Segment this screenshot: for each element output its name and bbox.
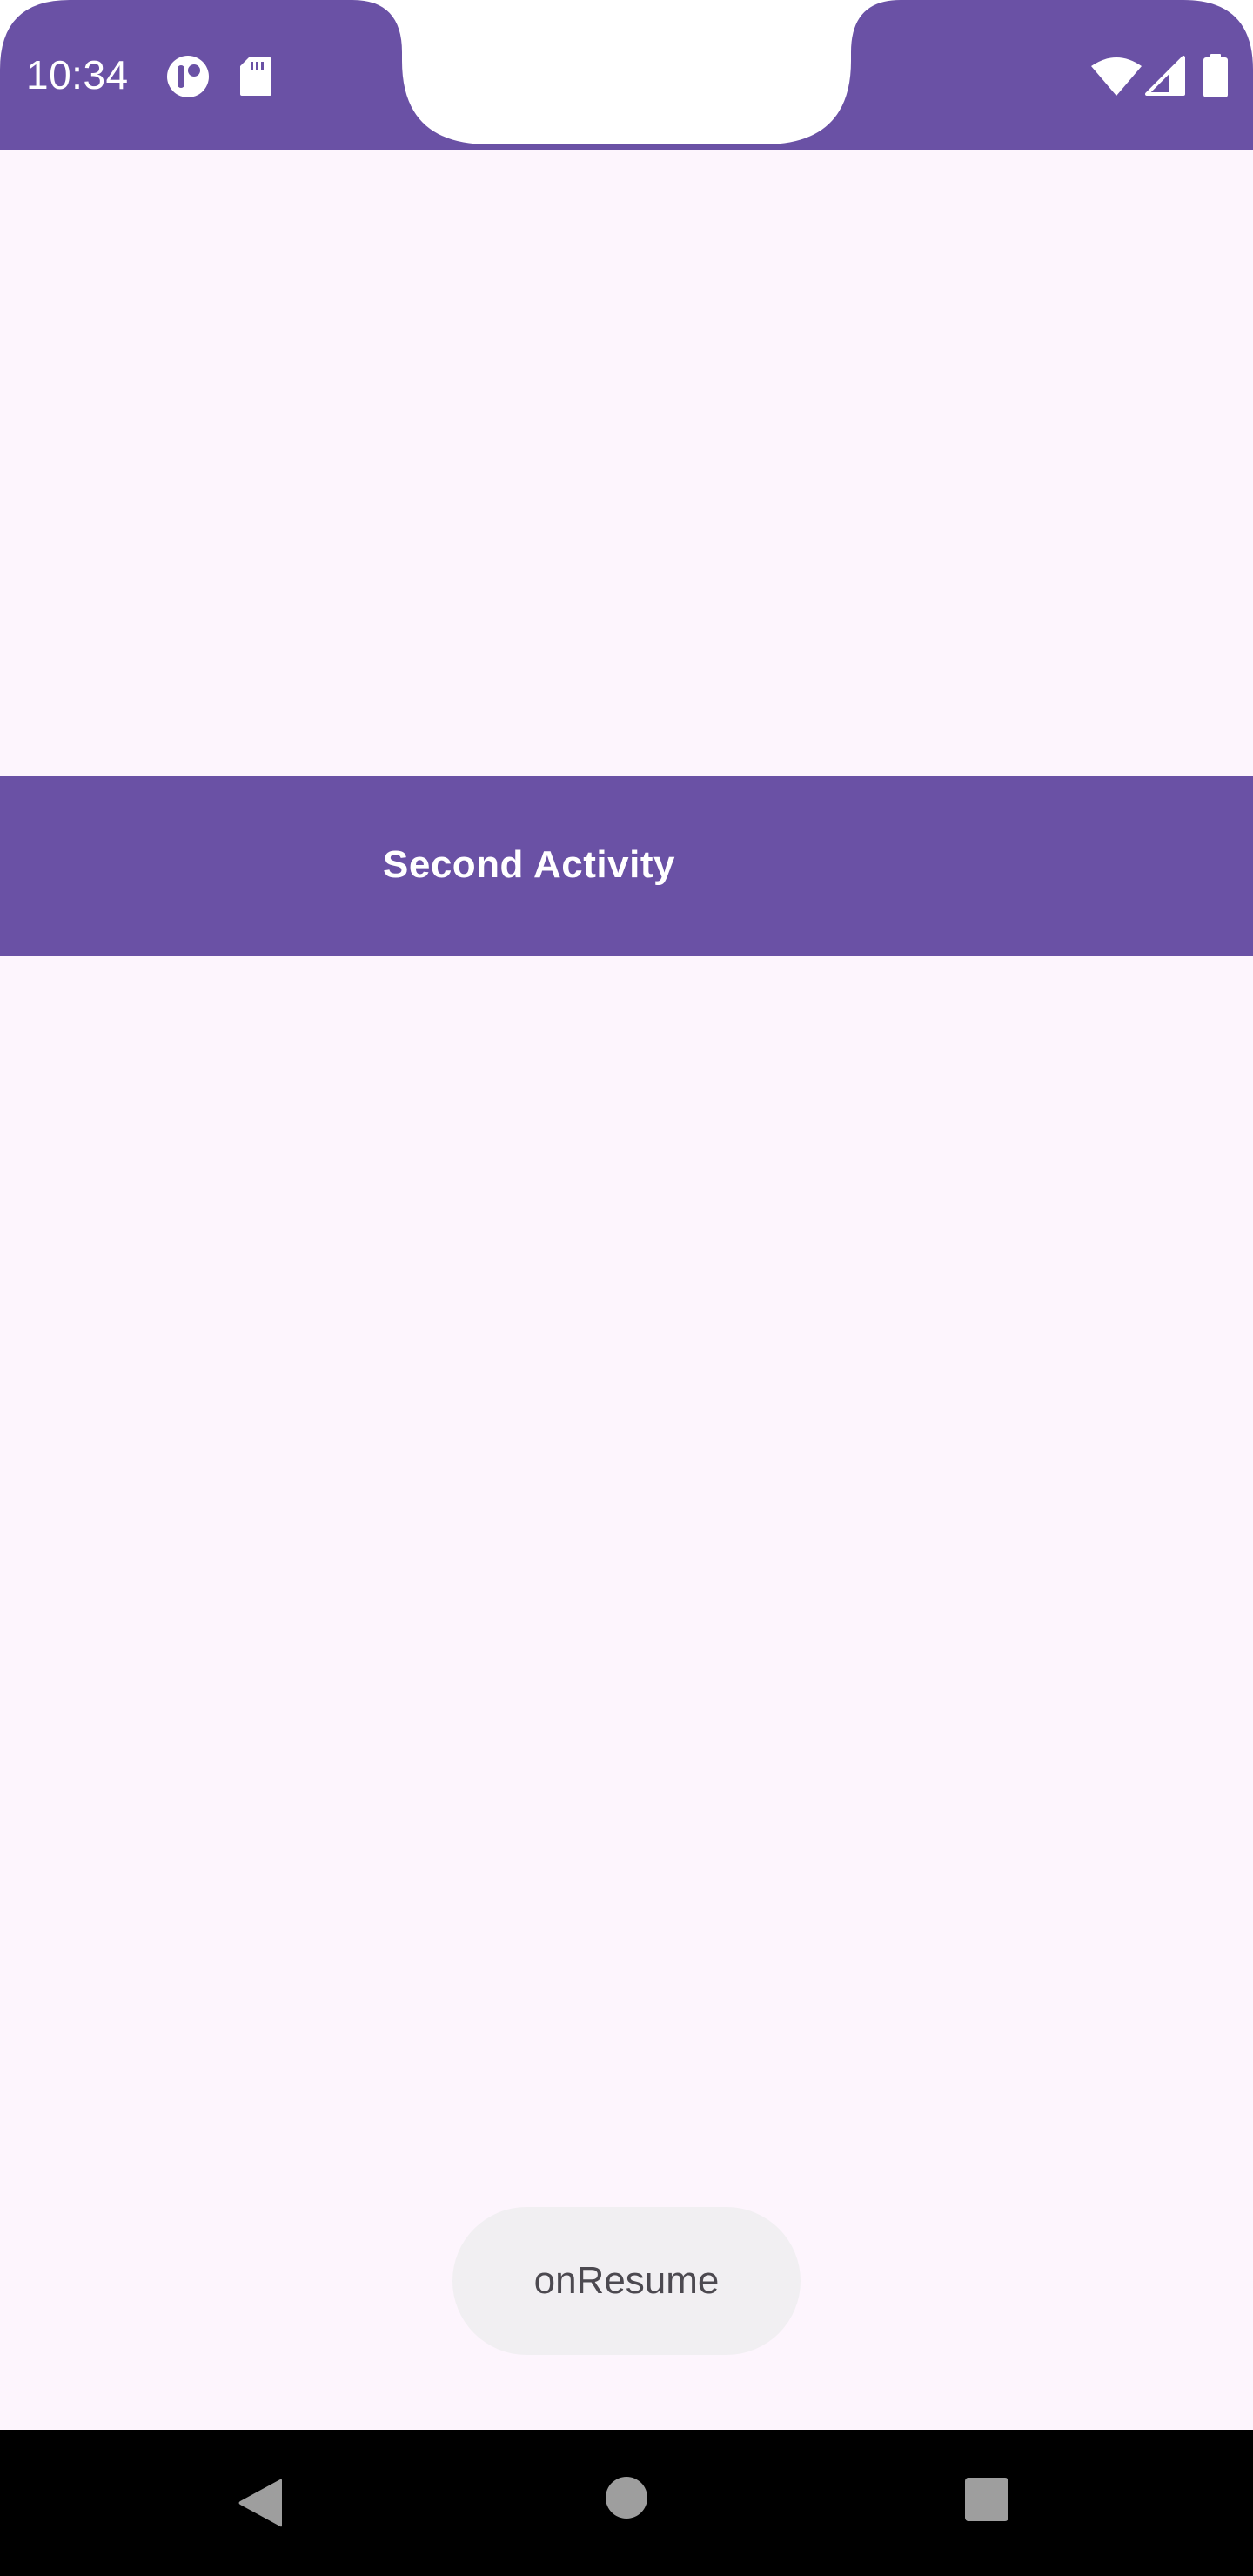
- toast-text: onResume: [533, 2259, 720, 2302]
- signal-icon: [1145, 56, 1185, 96]
- home-icon[interactable]: [604, 2475, 649, 2520]
- recents-icon[interactable]: [964, 2477, 1009, 2522]
- activity-title: Second Activity: [383, 843, 675, 886]
- sd-card-icon: [240, 57, 271, 96]
- status-time: 10:34: [26, 52, 129, 97]
- assistant-icon: [167, 56, 209, 97]
- toast-message: onResume: [452, 2207, 801, 2355]
- wifi-icon: [1091, 57, 1142, 96]
- back-icon[interactable]: [235, 2477, 287, 2529]
- battery-icon: [1203, 54, 1228, 97]
- navigation-bar: [0, 2430, 1253, 2576]
